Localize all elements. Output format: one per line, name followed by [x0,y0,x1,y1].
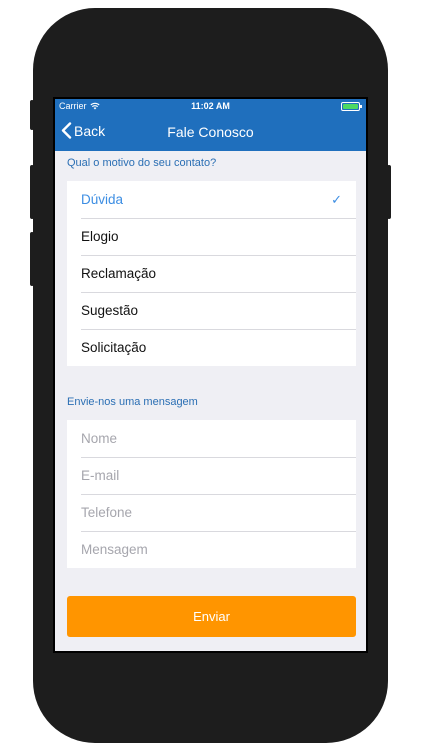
option-elogio[interactable]: Elogio [67,218,356,255]
mute-switch [30,100,34,130]
name-field-row [67,420,356,457]
phone-field-row [67,494,356,531]
option-solicitacao[interactable]: Solicitação [67,329,356,366]
message-section-label: Envie-nos uma mensagem [67,396,198,408]
message-form [67,420,356,568]
option-duvida[interactable]: Dúvida ✓ [67,181,356,218]
battery-icon [341,102,362,111]
volume-up-button [30,165,34,219]
option-label: Reclamação [81,266,157,281]
battery-nub [360,105,362,108]
checkmark-icon: ✓ [331,192,342,207]
option-label: Dúvida [81,192,124,207]
option-label: Sugestão [81,303,139,318]
battery-fill [343,104,358,109]
option-label: Elogio [81,229,119,244]
option-reclamacao[interactable]: Reclamação [67,255,356,292]
app-view: Carrier 11:02 AM Back Fale Conosco Qual … [55,99,366,651]
phone-input[interactable] [81,505,331,520]
screen: Carrier 11:02 AM Back Fale Conosco Qual … [53,97,368,653]
page-title: Fale Conosco [167,124,254,140]
volume-down-button [30,232,34,286]
option-sugestao[interactable]: Sugestão [67,292,356,329]
message-input[interactable] [81,542,331,557]
send-button[interactable]: Enviar [67,596,356,637]
option-label: Solicitação [81,340,147,355]
power-button [387,165,391,219]
reason-section-label: Qual o motivo do seu contato? [67,157,217,169]
status-time: 11:02 AM [191,101,230,111]
message-field-row [67,531,356,568]
email-field-row [67,457,356,494]
reason-options-list: Dúvida ✓ Elogio Reclamação Sugestão Soli… [67,181,356,366]
status-bar: Carrier 11:02 AM [55,99,366,113]
navigation-bar: Back Fale Conosco [55,113,366,151]
email-input[interactable] [81,468,331,483]
name-input[interactable] [81,431,331,446]
